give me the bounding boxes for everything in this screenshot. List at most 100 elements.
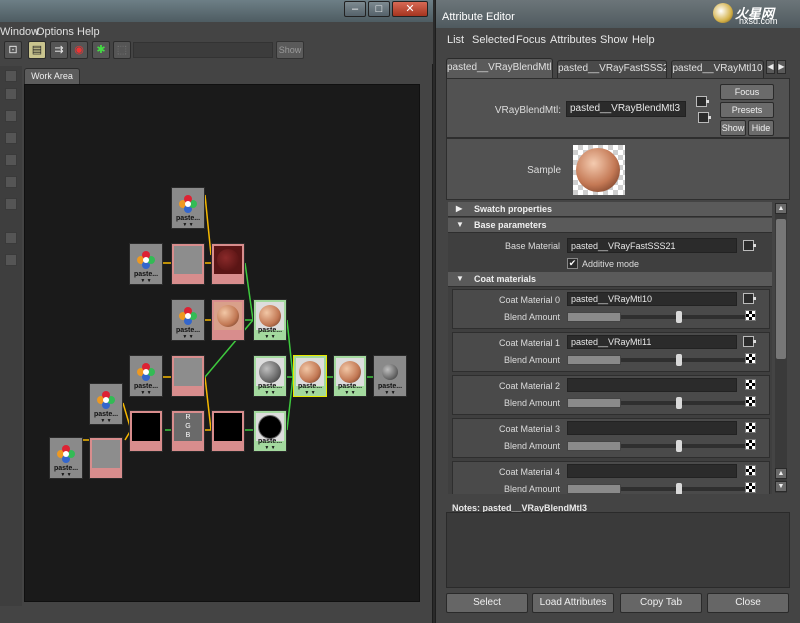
- file-node[interactable]: [89, 437, 123, 479]
- section-swatch-properties[interactable]: ▶ Swatch properties: [448, 202, 772, 217]
- material-node[interactable]: paste... ▼ ▼: [253, 410, 287, 452]
- hide-button[interactable]: Hide: [748, 120, 774, 136]
- menu-attributes[interactable]: Attributes: [550, 34, 596, 46]
- base-material-field[interactable]: pasted__VRayFastSSS21: [567, 238, 737, 253]
- menu-help[interactable]: Help: [77, 26, 100, 38]
- coat-material-field[interactable]: pasted__VRayMtl10: [567, 292, 737, 306]
- coat-map-icon[interactable]: [745, 422, 756, 433]
- blend-slider[interactable]: [567, 311, 749, 323]
- connect-icon[interactable]: ⇉: [50, 41, 68, 59]
- graph-network-icon[interactable]: ✱: [92, 41, 110, 59]
- blend-slider-handle[interactable]: [676, 354, 682, 366]
- tab-vrayfastsss21[interactable]: pasted__VRayFastSSS21: [557, 60, 667, 78]
- reverse-node[interactable]: RGB: [171, 410, 205, 452]
- scroll-up-arrow-icon[interactable]: ▲: [775, 203, 787, 214]
- scroll-up-arrow-icon[interactable]: ▲: [775, 468, 787, 479]
- material-node[interactable]: paste... ▼ ▼: [333, 355, 367, 397]
- maximize-button[interactable]: □: [368, 1, 390, 17]
- notes-textarea[interactable]: [446, 512, 790, 588]
- texture-node[interactable]: paste... ▼ ▼: [89, 383, 123, 425]
- sidebar-icon[interactable]: [5, 154, 17, 166]
- minimize-button[interactable]: –: [344, 1, 366, 17]
- attribute-scrollbar[interactable]: ▲ ▲ ▼: [775, 203, 787, 493]
- color-node[interactable]: [211, 243, 245, 285]
- sidebar-icon[interactable]: [5, 198, 17, 210]
- menu-options[interactable]: Options: [36, 26, 74, 38]
- graph-icon[interactable]: ⊡: [4, 41, 22, 59]
- blend-slider-handle[interactable]: [676, 397, 682, 409]
- close-window-button[interactable]: ✕: [392, 1, 428, 17]
- sidebar-icon[interactable]: [5, 88, 17, 100]
- blend-slider[interactable]: [567, 397, 749, 409]
- coat-material-field[interactable]: [567, 464, 737, 478]
- blend-slider[interactable]: [567, 354, 749, 366]
- blend-slider-handle[interactable]: [676, 440, 682, 452]
- texture-node[interactable]: paste... ▼ ▼: [49, 437, 83, 479]
- coat-material-field[interactable]: [567, 421, 737, 435]
- menu-selected[interactable]: Selected: [472, 34, 515, 46]
- sidebar-icon[interactable]: [5, 254, 17, 266]
- load-attributes-button[interactable]: Load Attributes: [532, 593, 614, 613]
- menu-list[interactable]: List: [447, 34, 464, 46]
- sidebar-icon[interactable]: [5, 176, 17, 188]
- layout-icon[interactable]: ▤: [28, 41, 46, 59]
- attribute-scroll-area[interactable]: ▶ Swatch properties ▼ Base parameters Ba…: [448, 202, 772, 494]
- blend-slider-handle[interactable]: [676, 483, 682, 494]
- tab-work-area[interactable]: Work Area: [24, 68, 80, 84]
- menu-help[interactable]: Help: [632, 34, 655, 46]
- blend-map-icon[interactable]: [745, 353, 756, 364]
- node-name-field[interactable]: pasted__VRayBlendMtl3: [566, 101, 686, 117]
- sidebar-icon[interactable]: [5, 70, 17, 82]
- output-connection-icon[interactable]: [698, 112, 711, 123]
- work-area-canvas[interactable]: paste... ▼ ▼ paste... ▼ ▼ paste... ▼ ▼ p…: [24, 84, 420, 602]
- bump-node[interactable]: [129, 410, 163, 452]
- presets-button[interactable]: Presets: [720, 102, 774, 118]
- coat-connect-icon[interactable]: [743, 336, 756, 347]
- texture-node[interactable]: paste... ▼ ▼: [171, 187, 205, 229]
- bump-node[interactable]: [211, 410, 245, 452]
- texture-node[interactable]: paste... ▼ ▼: [171, 299, 205, 341]
- scrollbar-thumb[interactable]: [776, 219, 786, 359]
- material-node[interactable]: paste... ▼ ▼: [253, 355, 287, 397]
- texture-node[interactable]: paste... ▼ ▼: [129, 355, 163, 397]
- file-node[interactable]: [171, 355, 205, 397]
- tab-scroll-left-icon[interactable]: ◀: [766, 60, 775, 74]
- base-material-connect-icon[interactable]: [743, 240, 756, 251]
- menu-focus[interactable]: Focus: [516, 34, 546, 46]
- section-coat-materials[interactable]: ▼ Coat materials: [448, 272, 772, 287]
- diffuse-node[interactable]: [211, 299, 245, 341]
- sidebar-icon[interactable]: [5, 110, 17, 122]
- sidebar-icon[interactable]: [5, 132, 17, 144]
- copy-tab-button[interactable]: Copy Tab: [620, 593, 702, 613]
- file-node[interactable]: [171, 243, 205, 285]
- clear-graph-icon[interactable]: ⬚: [113, 41, 131, 59]
- menu-show[interactable]: Show: [600, 34, 628, 46]
- blend-slider-handle[interactable]: [676, 311, 682, 323]
- section-base-parameters[interactable]: ▼ Base parameters: [448, 218, 772, 233]
- blend-map-icon[interactable]: [745, 482, 756, 493]
- tab-vrayblendmtl3[interactable]: pasted__VRayBlendMtl3: [446, 58, 553, 78]
- show-button[interactable]: Show: [720, 120, 746, 136]
- search-input[interactable]: [133, 42, 273, 58]
- texture-node[interactable]: paste... ▼ ▼: [129, 243, 163, 285]
- blend-map-icon[interactable]: [745, 396, 756, 407]
- scroll-down-arrow-icon[interactable]: ▼: [775, 481, 787, 492]
- blend-material-node[interactable]: paste... ▼ ▼: [293, 355, 327, 397]
- coat-material-field[interactable]: [567, 378, 737, 392]
- focus-button[interactable]: Focus: [720, 84, 774, 100]
- additive-mode-checkbox[interactable]: ✔: [567, 258, 578, 269]
- show-button[interactable]: Show: [276, 41, 304, 59]
- coat-map-icon[interactable]: [745, 465, 756, 476]
- sidebar-icon[interactable]: [5, 232, 17, 244]
- input-connection-icon[interactable]: [696, 96, 709, 107]
- blend-slider[interactable]: [567, 483, 749, 494]
- coat-connect-icon[interactable]: [743, 293, 756, 304]
- shading-group-node[interactable]: paste... ▼ ▼: [373, 355, 407, 397]
- input-output-icon[interactable]: ◉: [70, 41, 88, 59]
- menu-window[interactable]: Window: [0, 26, 39, 38]
- tab-vraymtl10[interactable]: pasted__VRayMtl10: [671, 60, 764, 78]
- coat-map-icon[interactable]: [745, 379, 756, 390]
- tab-scroll-right-icon[interactable]: ▶: [777, 60, 786, 74]
- material-node[interactable]: paste... ▼ ▼: [253, 299, 287, 341]
- blend-slider[interactable]: [567, 440, 749, 452]
